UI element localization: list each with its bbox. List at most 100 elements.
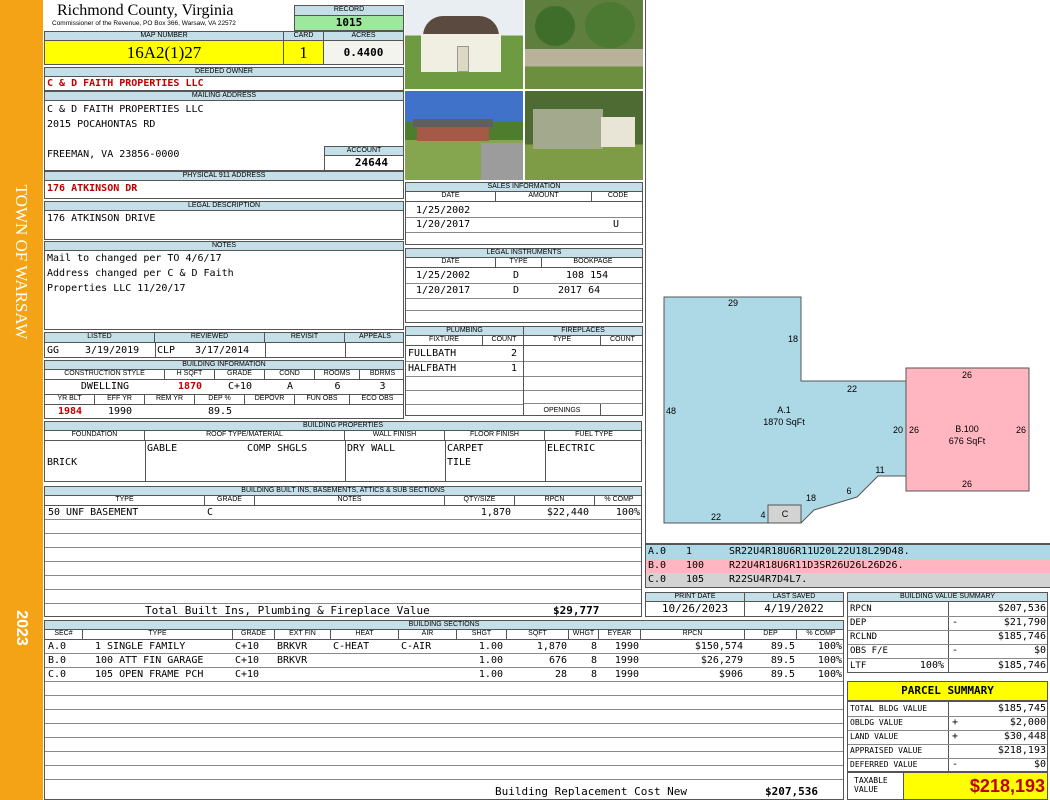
sec-grade: C+10 bbox=[235, 655, 260, 666]
col-floor: FLOOR FINISH bbox=[445, 431, 545, 441]
col-sec: SEC# bbox=[45, 630, 83, 640]
builtins-total-label: Total Built Ins, Plumbing & Fireplace Va… bbox=[145, 604, 430, 617]
parcel-key: OBLDG VALUE bbox=[850, 718, 903, 727]
sec-type: 100 ATT FIN GARAGE bbox=[95, 655, 204, 666]
parcel-value: $0 bbox=[1033, 759, 1046, 770]
photo-shed bbox=[405, 0, 523, 89]
sec-id: C.0 bbox=[48, 669, 67, 680]
sec-shgt: 1.00 bbox=[478, 655, 503, 666]
sec-whgt: 8 bbox=[590, 641, 597, 652]
col-eyear: EYEAR bbox=[599, 630, 641, 640]
col-dep: DEP % bbox=[195, 395, 245, 405]
roof-material: COMP SHGLS bbox=[247, 443, 308, 454]
fixture-count: 1 bbox=[511, 363, 518, 374]
sec-sqft: 28 bbox=[554, 669, 567, 680]
col-heat: HEAT bbox=[331, 630, 399, 640]
year-built: 1984 bbox=[57, 406, 83, 417]
rooms: 6 bbox=[334, 381, 341, 392]
section-a-sqft: 1870 SqFt bbox=[763, 417, 805, 427]
sketch-drawing: 29 18 22 48 20 11 6 18 4 22 26 26 26 26 … bbox=[663, 296, 1030, 524]
sec-dep: 89.5 bbox=[770, 669, 795, 680]
openings-label: OPENINGS bbox=[524, 404, 601, 415]
condition: A bbox=[286, 381, 294, 392]
section-b-sqft: 676 SqFt bbox=[949, 436, 986, 446]
listing-box: LISTED REVIEWED REVISIT APPEALS GG 3/19/… bbox=[44, 332, 404, 358]
instrument-type: D bbox=[513, 270, 520, 281]
dim-label: 22 bbox=[847, 384, 857, 394]
col-ext-fin: EXT FIN bbox=[275, 630, 331, 640]
summary-value: $185,746 bbox=[997, 660, 1046, 671]
parcel-value: $185,745 bbox=[997, 703, 1046, 714]
sec-rpcn: $26,279 bbox=[700, 655, 743, 666]
parcel-key: TOTAL BLDG VALUE bbox=[850, 704, 928, 713]
summary-key: DEP bbox=[850, 618, 867, 628]
dim-label: 26 bbox=[962, 370, 972, 380]
card-number: 1 bbox=[283, 40, 324, 65]
instrument-bookpage: 108 154 bbox=[566, 270, 609, 281]
sale-code: U bbox=[613, 219, 620, 230]
dim-label: 26 bbox=[962, 479, 972, 489]
col-listed: LISTED bbox=[45, 333, 155, 343]
parcel-value: $30,448 bbox=[1003, 731, 1046, 742]
col-grade: GRADE bbox=[215, 370, 265, 380]
summary-value: $185,746 bbox=[997, 631, 1046, 642]
construction-style: DWELLING bbox=[80, 381, 130, 392]
instrument-date: 1/20/2017 bbox=[416, 285, 471, 296]
sec-shgt: 1.00 bbox=[478, 669, 503, 680]
reviewed-by: CLP bbox=[157, 345, 176, 356]
col-bookpage: BOOKPAGE bbox=[542, 258, 642, 268]
physical-address-box: 176 ATKINSON DR bbox=[44, 180, 404, 199]
sec-rpcn: $150,574 bbox=[694, 641, 743, 652]
sec-comp: 100% bbox=[817, 669, 842, 680]
section-b-name: B.100 bbox=[955, 424, 979, 434]
note-line: Mail to changed per TO 4/6/17 bbox=[47, 253, 222, 264]
listed-by: GG bbox=[47, 345, 60, 356]
dim-label: 26 bbox=[1016, 425, 1026, 435]
col-fixture: FIXTURE bbox=[406, 336, 483, 346]
builtins-total: $29,777 bbox=[553, 604, 600, 617]
col-qty: QTY/SIZE bbox=[445, 496, 515, 506]
vector-string: R22U4R18U6R11D3SR26U26L26D26. bbox=[729, 560, 904, 571]
instrument-type: D bbox=[513, 285, 520, 296]
col-appeals: APPEALS bbox=[345, 333, 403, 343]
col-fun-obs: FUN OBS bbox=[295, 395, 350, 405]
physical-address: 176 ATKINSON DR bbox=[47, 183, 138, 194]
roof-type: GABLE bbox=[147, 443, 178, 454]
sections-total-label: Building Replacement Cost New bbox=[495, 785, 688, 798]
summary-key: RPCN bbox=[850, 604, 872, 614]
building-sections-table: SEC# TYPE GRADE EXT FIN HEAT AIR SHGT SQ… bbox=[44, 629, 844, 800]
last-saved: 4/19/2022 bbox=[744, 601, 844, 617]
tax-year: 2023 bbox=[13, 610, 30, 646]
note-line: Address changed per C & D Faith bbox=[47, 268, 234, 279]
parcel-key: APPRAISED VALUE bbox=[850, 746, 923, 755]
col-hsqft: H SQFT bbox=[165, 370, 215, 380]
legal-instruments-table: DATE TYPE BOOKPAGE 1/25/2002 D 108 154 1… bbox=[405, 257, 643, 323]
deeded-owner: C & D FAITH PROPERTIES LLC bbox=[47, 78, 204, 89]
col-depovr: DEPOVR bbox=[245, 395, 295, 405]
dim-label: 4 bbox=[760, 510, 765, 520]
mailing-line: FREEMAN, VA 23856-0000 bbox=[47, 149, 180, 160]
print-date: 10/26/2023 bbox=[645, 601, 745, 617]
col-type: TYPE bbox=[45, 496, 205, 506]
col-code: CODE bbox=[592, 192, 642, 202]
sections-total: $207,536 bbox=[765, 785, 818, 798]
col-foundation: FOUNDATION bbox=[45, 431, 145, 441]
col-dep: DEP bbox=[745, 630, 797, 640]
col-bdrms: BDRMS bbox=[360, 370, 403, 380]
reviewed-date: 3/17/2014 bbox=[195, 345, 250, 356]
col-rpcn: RPCN bbox=[641, 630, 745, 640]
photo-grid bbox=[405, 0, 643, 180]
dim-label: 18 bbox=[788, 334, 798, 344]
sec-ext: BRKVR bbox=[277, 655, 308, 666]
building-info-box: CONSTRUCTION STYLE H SQFT GRADE COND ROO… bbox=[44, 369, 404, 419]
notes-box: Mail to changed per TO 4/6/17 Address ch… bbox=[44, 250, 404, 330]
sec-eyear: 1990 bbox=[614, 655, 639, 666]
building-properties-box: FOUNDATION ROOF TYPE/MATERIAL WALL FINIS… bbox=[44, 430, 642, 482]
builtin-grade: C bbox=[207, 507, 214, 518]
col-type: TYPE bbox=[83, 630, 233, 640]
col-notes: NOTES bbox=[255, 496, 445, 506]
summary-value: $207,536 bbox=[997, 603, 1046, 614]
col-rpcn: RPCN bbox=[515, 496, 595, 506]
floor-finish: CARPET bbox=[447, 443, 484, 454]
photo-garage bbox=[525, 91, 643, 180]
